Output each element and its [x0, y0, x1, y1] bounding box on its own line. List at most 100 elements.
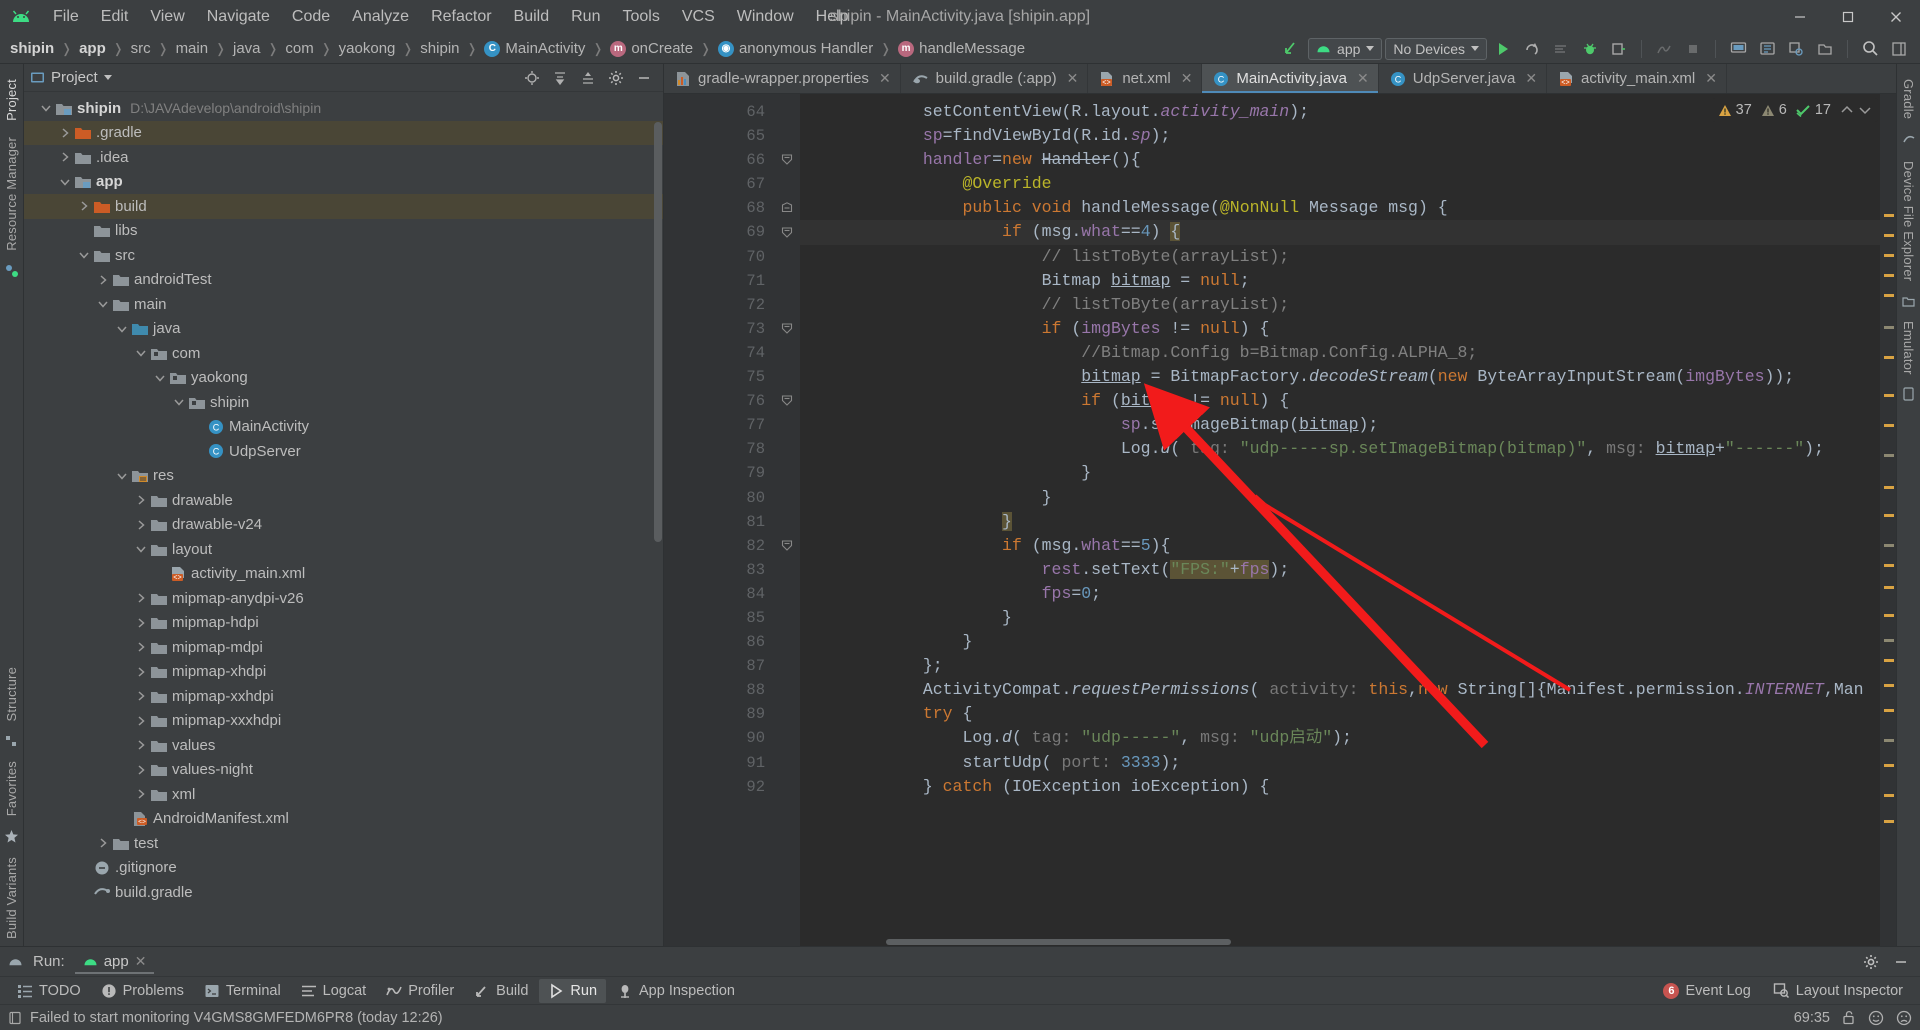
breadcrumb-item-shipin-pkg[interactable]: shipin [420, 40, 459, 57]
sad-face-icon[interactable] [1896, 1010, 1912, 1026]
project-panel-title[interactable]: Project [51, 69, 98, 86]
tool-window-button-problems[interactable]: Problems [92, 979, 193, 1003]
tool-button-device-file-explorer[interactable]: Device File Explorer [1899, 154, 1918, 288]
tool-button-structure[interactable]: Structure [2, 660, 21, 729]
editor-horizontal-scrollbar[interactable] [800, 937, 1878, 946]
attach-debugger-button[interactable] [1606, 37, 1632, 61]
error-stripe-mark[interactable] [1884, 486, 1894, 489]
menu-window[interactable]: Window [726, 5, 805, 29]
code-line[interactable]: } [800, 461, 1880, 485]
tree-node-shipin[interactable]: shipin D:\JAVAdevelop\android\shipin [24, 96, 663, 121]
error-stripe-mark[interactable] [1884, 614, 1894, 617]
project-structure-button[interactable] [1886, 37, 1912, 61]
settings-gear-icon[interactable] [603, 66, 629, 90]
tool-window-button-logcat[interactable]: Logcat [292, 979, 376, 1003]
search-everywhere-button[interactable] [1857, 37, 1883, 61]
tool-button-project[interactable]: Project [2, 72, 21, 128]
tree-node-drawable-v24[interactable]: drawable-v24 [24, 513, 663, 538]
chevron-right-icon[interactable] [95, 274, 111, 286]
fold-marker[interactable] [774, 389, 800, 413]
chevron-right-icon[interactable] [57, 151, 73, 163]
code-line[interactable]: rest.setText("FPS:"+fps); [800, 558, 1880, 582]
tool-button-build-variants[interactable]: Build Variants [2, 850, 21, 946]
chevron-right-icon[interactable] [133, 494, 149, 506]
editor-tab-mainactivity-java[interactable]: C MainActivity.java ✕ [1202, 64, 1379, 93]
breadcrumb-item-mainactivity[interactable]: C MainActivity [484, 40, 585, 57]
code-folding-column[interactable] [774, 94, 800, 946]
error-stripe-mark[interactable] [1884, 294, 1894, 297]
line-number[interactable]: 68 [664, 196, 794, 220]
line-number[interactable]: 75 [664, 365, 774, 389]
fold-marker[interactable] [774, 534, 800, 558]
tree-node-values-night[interactable]: values-night [24, 758, 663, 783]
tool-button-favorites[interactable]: Favorites [2, 754, 21, 823]
tree-node-mipmap-xhdpi[interactable]: mipmap-xhdpi [24, 660, 663, 685]
line-number[interactable]: 69 [664, 220, 774, 244]
minimize-icon[interactable] [1888, 950, 1914, 974]
error-stripe-mark[interactable] [1884, 709, 1894, 712]
lock-open-icon[interactable] [1842, 1010, 1856, 1025]
tool-window-button-build[interactable]: Build [465, 979, 537, 1003]
chevron-right-icon[interactable] [133, 519, 149, 531]
tree-node-gitignore[interactable]: .gitignore [24, 856, 663, 881]
expand-all-icon[interactable] [575, 66, 601, 90]
chevron-down-icon[interactable] [171, 396, 187, 408]
tree-node-mipmap-mdpi[interactable]: mipmap-mdpi [24, 635, 663, 660]
line-number[interactable]: 66 [664, 148, 774, 172]
line-number[interactable]: 74 [664, 341, 774, 365]
code-line[interactable]: if (msg.what==4) { [800, 220, 1880, 245]
chevron-right-icon[interactable] [133, 788, 149, 800]
error-stripe-mark[interactable] [1884, 639, 1894, 642]
code-line[interactable]: bitmap = BitmapFactory.decodeStream(new … [800, 365, 1880, 389]
error-stripe-mark[interactable] [1884, 684, 1894, 687]
run-configuration-selector[interactable]: app [1308, 37, 1383, 60]
chevron-right-icon[interactable] [133, 715, 149, 727]
breadcrumb-item-anonymous-handler[interactable]: ◉ anonymous Handler [717, 40, 873, 57]
tree-node-gradle[interactable]: .gradle [24, 120, 663, 145]
layout-inspector-button[interactable] [1783, 37, 1809, 61]
error-stripe-mark[interactable] [1884, 234, 1894, 237]
tool-button-emulator[interactable]: Emulator [1899, 314, 1918, 382]
error-stripe-mark[interactable] [1884, 564, 1894, 567]
tree-node-layout[interactable]: layout [24, 537, 663, 562]
error-stripe-mark[interactable] [1884, 659, 1894, 662]
tree-node-activity-main-xml[interactable]: <> activity_main.xml [24, 562, 663, 587]
tool-button-gradle[interactable]: Gradle [1899, 72, 1918, 126]
close-icon[interactable]: ✕ [135, 953, 147, 970]
breadcrumb-item-oncreate[interactable]: m onCreate [610, 40, 693, 57]
editor-tab-build-gradle-app[interactable]: build.gradle (:app) ✕ [901, 64, 1089, 93]
error-stripe-mark[interactable] [1884, 514, 1894, 517]
line-number[interactable]: 64 [664, 100, 774, 124]
stop-button[interactable] [1680, 37, 1706, 61]
chevron-down-icon[interactable] [103, 75, 112, 80]
error-stripe-mark[interactable] [1884, 356, 1894, 359]
tree-node-libs[interactable]: libs [24, 219, 663, 244]
code-line[interactable]: Bitmap bitmap = null; [800, 269, 1880, 293]
code-text-area[interactable]: setContentView(R.layout.activity_main); … [800, 94, 1880, 946]
line-number[interactable]: 81 [664, 510, 774, 534]
code-line[interactable]: sp.setImageBitmap(bitmap); [800, 413, 1880, 437]
tree-node-mainactivity[interactable]: C MainActivity [24, 415, 663, 440]
error-stripe-mark[interactable] [1884, 794, 1894, 797]
menu-vcs[interactable]: VCS [671, 5, 726, 29]
menu-help[interactable]: Help [805, 5, 860, 29]
chevron-right-icon[interactable] [133, 739, 149, 751]
fold-marker[interactable] [774, 317, 800, 341]
fold-marker[interactable] [774, 148, 800, 172]
tool-window-button-terminal[interactable]: Terminal [195, 979, 290, 1003]
project-tree[interactable]: shipin D:\JAVAdevelop\android\shipin .grad… [24, 92, 663, 946]
breadcrumb-item-com[interactable]: com [285, 40, 313, 57]
breadcrumb-item-app[interactable]: app [79, 40, 106, 57]
tree-node-java[interactable]: java [24, 317, 663, 342]
line-number[interactable]: 83 [664, 558, 774, 582]
close-icon[interactable]: ✕ [1181, 70, 1193, 87]
line-number[interactable]: 76 [664, 389, 774, 413]
chevron-down-icon[interactable] [133, 347, 149, 359]
code-line[interactable]: if (imgBytes != null) { [800, 317, 1880, 341]
line-number[interactable]: 67 [664, 172, 774, 196]
line-number[interactable]: 84 [664, 582, 774, 606]
editor-tab-gradle-wrapper-properties[interactable]: gradle-wrapper.properties ✕ [664, 64, 901, 93]
code-line[interactable]: try { [800, 702, 1880, 726]
breadcrumb-item-yaokong[interactable]: yaokong [339, 40, 396, 57]
chevron-right-icon[interactable] [95, 837, 111, 849]
